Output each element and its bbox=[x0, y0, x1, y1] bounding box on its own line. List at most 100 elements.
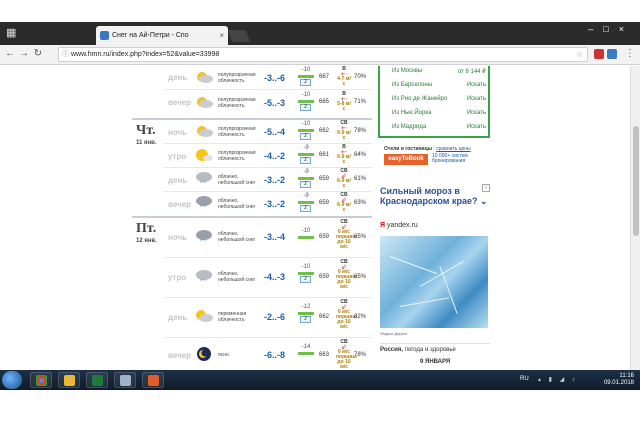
uv-index-box: 2 bbox=[300, 133, 311, 140]
wind: СВ ⇙ 6 м/с порывы до 10 м/с bbox=[336, 219, 357, 250]
feels-like-bar bbox=[298, 312, 314, 315]
partly-cloudy-icon bbox=[197, 126, 213, 137]
feels-like: -9 bbox=[303, 145, 309, 151]
ad-block[interactable]: Сильный мороз в Краснодарском крае? ⌄ i … bbox=[378, 184, 490, 370]
forecast-row: ночь полупрозрачная облачность -5..-4 -1… bbox=[164, 120, 372, 142]
flight-row[interactable]: Из Рио де Жанейро Искать bbox=[392, 96, 490, 102]
cloud-snow-icon: * * bbox=[196, 230, 212, 243]
feels-like: -14 bbox=[301, 344, 311, 350]
hotels-line: Отели и гостиницы : сравнить цены bbox=[384, 146, 471, 152]
day-name: Чт. bbox=[136, 123, 156, 138]
feels-like: -10 bbox=[301, 228, 311, 234]
clock-time: 11:16 bbox=[619, 373, 634, 379]
humidity: 82% bbox=[354, 314, 367, 320]
wind: СВ ⇙ 6 м/с порывы до 10 м/с bbox=[336, 299, 357, 330]
language-indicator[interactable]: RU bbox=[520, 376, 529, 382]
humidity: 65% bbox=[354, 234, 367, 240]
tool-taskbar-icon[interactable] bbox=[114, 372, 136, 388]
news-box[interactable]: Россия, погода и здоровье 9 ЯНВАРЯ bbox=[380, 343, 490, 370]
feels-like: -10 bbox=[301, 264, 311, 270]
flight-row[interactable]: Из Мадрида Искать bbox=[392, 124, 490, 130]
forward-icon[interactable]: → bbox=[18, 48, 30, 60]
period-label: утро bbox=[168, 152, 187, 161]
pressure: 662 bbox=[319, 128, 330, 134]
svg-text:* *: * * bbox=[200, 279, 205, 283]
browser-tab[interactable]: Снег на Ай-Петри - Спо × bbox=[96, 26, 228, 45]
weather-description: облачно, небольшой снег bbox=[218, 271, 256, 283]
news-date: 9 ЯНВАРЯ bbox=[420, 359, 451, 365]
app-taskbar-icon[interactable] bbox=[142, 372, 164, 388]
ad-source[interactable]: Я yandex.ru bbox=[380, 222, 418, 229]
temperature: -3..-2 bbox=[264, 199, 286, 209]
forecast-row: день полупрозрачная облачность -3..-6 -1… bbox=[164, 66, 372, 88]
chrome-taskbar-icon[interactable] bbox=[30, 372, 52, 388]
partly-cloudy-icon bbox=[197, 72, 213, 83]
period-label: вечер bbox=[168, 200, 192, 209]
booking-systems-text: 10 000+ систем бронирования bbox=[432, 153, 468, 164]
address-bar[interactable]: ⓘ www.hmn.ru/index.php?index=52&value=33… bbox=[58, 47, 588, 62]
weather-description: полупрозрачная облачность bbox=[218, 126, 256, 138]
ad-info-icon[interactable]: i bbox=[482, 184, 490, 192]
excel-taskbar-icon[interactable] bbox=[86, 372, 108, 388]
flight-row[interactable]: Из Москвы от 6 144 ₽ bbox=[392, 68, 490, 75]
weather-description: переменная облачность bbox=[218, 311, 247, 323]
ad-frost-image[interactable] bbox=[380, 236, 488, 328]
ad-title[interactable]: Сильный мороз в Краснодарском крае? ⌄ bbox=[380, 186, 488, 206]
feels-like: -9 bbox=[303, 193, 309, 199]
temperature: -5..-4 bbox=[264, 127, 286, 137]
pressure: 663 bbox=[319, 352, 330, 358]
windows-taskbar: RU ▴ ▮ ◢ ♪ 11:16 09.01.2018 bbox=[0, 370, 640, 390]
extension-icon[interactable] bbox=[607, 49, 617, 59]
flight-row[interactable]: Из Нью Йорка Искать bbox=[392, 110, 490, 116]
close-tab-icon[interactable]: × bbox=[219, 26, 224, 45]
weather-description: облачно, небольшой снег bbox=[218, 198, 256, 210]
wind: В ⇠ 6-9 м/с bbox=[337, 144, 351, 165]
svg-text:* *: * * bbox=[200, 181, 205, 185]
feels-like: -10 bbox=[301, 92, 311, 98]
scrollbar-thumb[interactable] bbox=[633, 126, 639, 236]
pressure: 659 bbox=[319, 176, 330, 182]
sidebar: Из Москвы от 6 144 ₽ Из Барселоны Искать И… bbox=[378, 66, 490, 370]
cloud-snow-icon: * * bbox=[196, 172, 212, 185]
uv-index-box: 2 bbox=[300, 276, 311, 283]
reload-icon[interactable]: ↻ bbox=[32, 48, 44, 60]
forecast-row: вечер полупрозрачная облачность -5..-3 -… bbox=[164, 90, 372, 114]
clock[interactable]: 11:16 09.01.2018 bbox=[604, 373, 634, 387]
start-button[interactable] bbox=[2, 371, 22, 389]
feels-like: -9 bbox=[303, 169, 309, 175]
period-label: ночь bbox=[168, 128, 188, 137]
page-info-icon[interactable]: ⓘ bbox=[62, 48, 69, 61]
pressure: 662 bbox=[319, 314, 330, 320]
forecast-table: день полупрозрачная облачность -3..-6 -1… bbox=[132, 66, 372, 370]
apps-grid-icon[interactable]: ▦ bbox=[6, 28, 17, 39]
wind: В ⇠ 4-7 м/с bbox=[337, 66, 351, 87]
browser-tabstrip: ▦ Снег на Ай-Петри - Спо × –□× bbox=[0, 22, 640, 45]
feels-like-bar bbox=[298, 272, 314, 275]
bookmark-star-icon[interactable]: ☆ bbox=[576, 48, 583, 61]
temperature: -5..-3 bbox=[264, 98, 286, 108]
forecast-row: вечер * * облачно, небольшой снег -3..-2… bbox=[164, 192, 372, 214]
easytobook-logo[interactable]: easyToBook bbox=[384, 154, 428, 165]
back-icon[interactable]: ← bbox=[4, 48, 16, 60]
tray-icons[interactable]: ▴ ▮ ◢ ♪ bbox=[538, 376, 578, 383]
humidity: 78% bbox=[354, 352, 367, 358]
humidity: 70% bbox=[354, 74, 367, 80]
humidity: 63% bbox=[354, 200, 367, 206]
day-label: Пт. 12 янв. bbox=[136, 221, 157, 244]
temperature: -3..-6 bbox=[264, 73, 286, 83]
period-label: вечер bbox=[168, 98, 192, 107]
browser-menu-icon[interactable]: ⋮ bbox=[625, 48, 635, 59]
new-tab-button[interactable] bbox=[227, 30, 251, 42]
day-name: Пт. bbox=[136, 221, 157, 236]
weather-description: полупрозрачная облачность bbox=[218, 72, 256, 84]
compare-prices-link[interactable]: сравнить цены bbox=[436, 146, 471, 152]
ad-caption: Яндекс.Директ bbox=[380, 331, 408, 336]
extension-icon[interactable] bbox=[594, 49, 604, 59]
page-scrollbar[interactable] bbox=[630, 66, 640, 370]
window-controls[interactable]: –□× bbox=[588, 24, 634, 34]
explorer-taskbar-icon[interactable] bbox=[58, 372, 80, 388]
feels-like: -12 bbox=[301, 304, 311, 310]
uv-index-box: 2 bbox=[300, 157, 311, 164]
flight-row[interactable]: Из Барселоны Искать bbox=[392, 82, 490, 88]
site-favicon-icon bbox=[100, 31, 109, 40]
